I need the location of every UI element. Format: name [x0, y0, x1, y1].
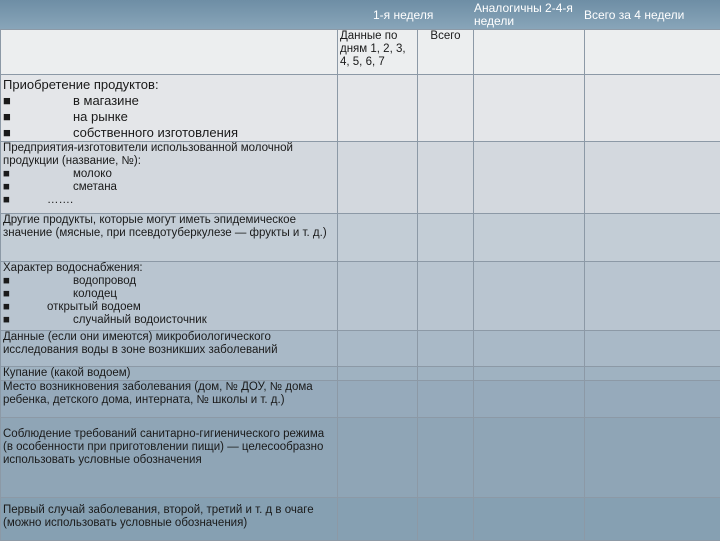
table-cell — [338, 331, 418, 367]
place-cell: Место возникновения заболевания (дом, № … — [1, 381, 338, 418]
table-cell — [585, 418, 720, 498]
table-cell — [418, 331, 474, 367]
list-item-label: водопровод — [73, 275, 136, 288]
table-row: Первый случай заболевания, второй, трети… — [1, 498, 720, 541]
hygiene-cell: Соблюдение требований санитарно-гигиенич… — [1, 418, 338, 498]
table-cell — [418, 498, 474, 541]
table-cell — [474, 367, 585, 381]
table-cell — [418, 75, 474, 142]
table-cell — [474, 30, 585, 75]
table-cell — [338, 381, 418, 418]
bullet-icon: ■ — [3, 288, 73, 301]
table-cell — [585, 75, 720, 142]
bullet-icon: ■ — [3, 93, 73, 109]
water-supply-cell: Характер водоснабжения: ■водопровод ■кол… — [1, 262, 338, 331]
header-weeks-2-4: Аналогичны 2-4-я недели — [474, 2, 584, 30]
table-cell — [474, 75, 585, 142]
epidemiology-table: Данные по дням 1, 2, 3, 4, 5, 6, 7 Всего… — [0, 29, 720, 541]
table-row: Купание (какой водоем) — [1, 367, 720, 381]
table-cell — [474, 331, 585, 367]
table-cell — [474, 418, 585, 498]
table-cell — [585, 331, 720, 367]
water-note-cell: Данные (если они имеются) микробиологиче… — [1, 331, 338, 367]
list-item: ■случайный водоисточник — [3, 314, 335, 327]
table-row: Соблюдение требований санитарно-гигиенич… — [1, 418, 720, 498]
total-cell: Всего — [418, 30, 474, 75]
list-item: ■молоко — [3, 168, 335, 181]
water-title: Характер водоснабжения: — [3, 262, 335, 275]
table-cell — [1, 30, 338, 75]
table-cell — [338, 418, 418, 498]
list-item-label: колодец — [73, 288, 117, 301]
table-cell — [474, 381, 585, 418]
table-cell — [418, 381, 474, 418]
list-item-label: случайный водоисточник — [73, 314, 207, 327]
first-case-cell: Первый случай заболевания, второй, трети… — [1, 498, 338, 541]
table-cell — [418, 142, 474, 214]
purchase-cell: Приобретение продуктов: ■в магазине ■на … — [1, 75, 338, 142]
table-cell — [338, 75, 418, 142]
table-row: Приобретение продуктов: ■в магазине ■на … — [1, 75, 720, 142]
dairy-cell: Предприятия-изготовители использованной … — [1, 142, 338, 214]
list-item-label: ……. — [47, 194, 73, 207]
table-cell — [585, 142, 720, 214]
table-cell — [585, 498, 720, 541]
table-cell — [585, 381, 720, 418]
bullet-icon: ■ — [3, 109, 73, 125]
table-cell — [585, 30, 720, 75]
table-cell — [338, 498, 418, 541]
bullet-icon: ■ — [3, 301, 47, 314]
table-row: Предприятия-изготовители использованной … — [1, 142, 720, 214]
bullet-icon: ■ — [3, 181, 73, 194]
list-item: ■водопровод — [3, 275, 335, 288]
table-cell — [585, 214, 720, 262]
bullet-icon: ■ — [3, 275, 73, 288]
list-item-label: на рынке — [73, 109, 128, 125]
list-item: ■открытый водоем — [3, 301, 335, 314]
table-cell — [474, 262, 585, 331]
dairy-title: Предприятия-изготовители использованной … — [3, 142, 335, 168]
table-cell — [474, 214, 585, 262]
table-cell — [418, 418, 474, 498]
table-cell — [338, 214, 418, 262]
list-item: ■……. — [3, 194, 335, 207]
table-row: Данные по дням 1, 2, 3, 4, 5, 6, 7 Всего — [1, 30, 720, 75]
table-cell — [418, 262, 474, 331]
bathing-cell: Купание (какой водоем) — [1, 367, 338, 381]
table-cell — [338, 262, 418, 331]
table-cell — [338, 142, 418, 214]
days-data-cell: Данные по дням 1, 2, 3, 4, 5, 6, 7 — [338, 30, 418, 75]
table-row: Место возникновения заболевания (дом, № … — [1, 381, 720, 418]
list-item-label: открытый водоем — [47, 301, 141, 314]
list-item: ■собственного изготовления — [3, 125, 335, 141]
list-item: ■на рынке — [3, 109, 335, 125]
list-item: ■колодец — [3, 288, 335, 301]
table-cell — [418, 214, 474, 262]
list-item-label: сметана — [73, 181, 117, 194]
bullet-icon: ■ — [3, 194, 47, 207]
list-item-label: в магазине — [73, 93, 139, 109]
bullet-icon: ■ — [3, 125, 73, 141]
other-products-cell: Другие продукты, которые могут иметь эпи… — [1, 214, 338, 262]
list-item: ■сметана — [3, 181, 335, 194]
list-item-label: молоко — [73, 168, 112, 181]
purchase-title: Приобретение продуктов: — [3, 77, 335, 93]
table-cell — [474, 142, 585, 214]
table-cell — [418, 367, 474, 381]
table-row: Характер водоснабжения: ■водопровод ■кол… — [1, 262, 720, 331]
table-row: Данные (если они имеются) микробиологиче… — [1, 331, 720, 367]
list-item: ■в магазине — [3, 93, 335, 109]
list-item-label: собственного изготовления — [73, 125, 238, 141]
table-cell — [474, 498, 585, 541]
table-cell — [338, 367, 418, 381]
table-row: Другие продукты, которые могут иметь эпи… — [1, 214, 720, 262]
table-cell — [585, 262, 720, 331]
table-cell — [585, 367, 720, 381]
bullet-icon: ■ — [3, 314, 73, 327]
bullet-icon: ■ — [3, 168, 73, 181]
